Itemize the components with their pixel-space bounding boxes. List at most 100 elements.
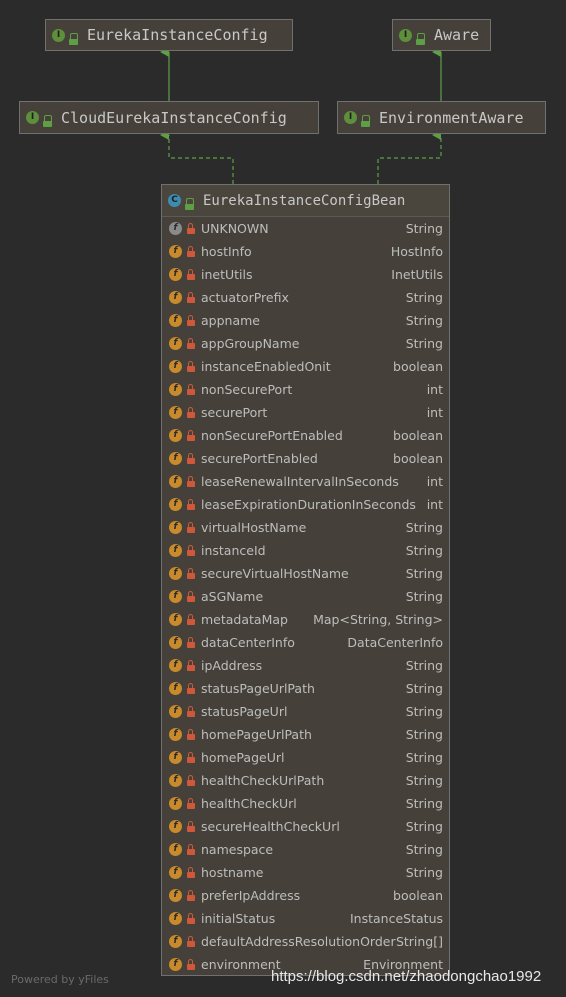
field-row[interactable]: f hostInfo HostInfo: [162, 240, 449, 263]
field-type: String: [405, 658, 443, 673]
field-row[interactable]: f secureHealthCheckUrl String: [162, 815, 449, 838]
field-type: String: [405, 842, 443, 857]
field-icon: f: [169, 429, 182, 442]
private-lock-icon: [187, 613, 195, 625]
private-lock-icon: [187, 268, 195, 280]
field-name: statusPageUrl: [201, 704, 288, 719]
field-row[interactable]: f namespace String: [162, 838, 449, 861]
private-lock-icon: [187, 337, 195, 349]
field-row[interactable]: f nonSecurePort int: [162, 378, 449, 401]
field-row[interactable]: f aSGName String: [162, 585, 449, 608]
private-lock-icon: [187, 590, 195, 602]
private-lock-icon: [187, 866, 195, 878]
field-icon: f: [169, 337, 182, 350]
field-type: String: [405, 704, 443, 719]
field-name: ipAddress: [201, 658, 263, 673]
field-row[interactable]: f statusPageUrlPath String: [162, 677, 449, 700]
field-row[interactable]: f instanceEnabledOnit boolean: [162, 355, 449, 378]
field-name: homePageUrl: [201, 750, 285, 765]
field-icon: f: [169, 774, 182, 787]
field-row[interactable]: f statusPageUrl String: [162, 700, 449, 723]
field-name: virtualHostName: [201, 520, 307, 535]
field-icon: f: [169, 682, 182, 695]
field-icon: f: [169, 751, 182, 764]
private-lock-icon: [187, 636, 195, 648]
field-row[interactable]: f healthCheckUrlPath String: [162, 769, 449, 792]
field-row[interactable]: f initialStatus InstanceStatus: [162, 907, 449, 930]
field-type: String: [405, 290, 443, 305]
public-visibility-icon: [185, 198, 194, 210]
node-aware[interactable]: I Aware: [392, 19, 491, 51]
field-name: secureHealthCheckUrl: [201, 819, 340, 834]
field-row[interactable]: f hostname String: [162, 861, 449, 884]
class-header: C EurekaInstanceConfigBean: [162, 185, 449, 217]
private-lock-icon: [187, 751, 195, 763]
field-icon: f: [169, 544, 182, 557]
field-row[interactable]: f instanceId String: [162, 539, 449, 562]
field-row[interactable]: f metadataMap Map<String, String>: [162, 608, 449, 631]
watermark-url: https://blog.csdn.net/zhaodongchao1992: [271, 968, 542, 985]
field-type: HostInfo: [390, 244, 443, 259]
field-row[interactable]: f actuatorPrefix String: [162, 286, 449, 309]
field-name: healthCheckUrl: [201, 796, 297, 811]
field-row[interactable]: f homePageUrlPath String: [162, 723, 449, 746]
node-eureka-instance-config-bean[interactable]: C EurekaInstanceConfigBean f UNKNOWN Strin…: [161, 184, 450, 976]
field-name: inetUtils: [201, 267, 253, 282]
private-lock-icon: [187, 475, 195, 487]
private-lock-icon: [187, 912, 195, 924]
field-row[interactable]: f leaseRenewalIntervalInSeconds int: [162, 470, 449, 493]
field-name: initialStatus: [201, 911, 276, 926]
field-name: securePortEnabled: [201, 451, 318, 466]
field-row[interactable]: f dataCenterInfo DataCenterInfo: [162, 631, 449, 654]
field-name: healthCheckUrlPath: [201, 773, 325, 788]
field-icon: f: [169, 383, 182, 396]
private-lock-icon: [187, 291, 195, 303]
field-row[interactable]: f securePort int: [162, 401, 449, 424]
field-row[interactable]: f defaultAddressResolutionOrder String[]: [162, 930, 449, 953]
field-type: Map<String, String>: [313, 612, 443, 627]
field-name: actuatorPrefix: [201, 290, 289, 305]
field-type: String: [405, 865, 443, 880]
field-icon: f: [169, 291, 182, 304]
private-lock-icon: [187, 774, 195, 786]
field-type: boolean: [393, 359, 443, 374]
field-row[interactable]: f appname String: [162, 309, 449, 332]
field-row[interactable]: f healthCheckUrl String: [162, 792, 449, 815]
private-lock-icon: [187, 935, 195, 947]
node-eureka-instance-config[interactable]: I EurekaInstanceConfig: [45, 19, 293, 51]
field-icon: f: [169, 567, 182, 580]
field-name: homePageUrlPath: [201, 727, 312, 742]
field-type: String: [405, 681, 443, 696]
field-name: nonSecurePortEnabled: [201, 428, 343, 443]
field-row[interactable]: f preferIpAddress boolean: [162, 884, 449, 907]
private-lock-icon: [187, 521, 195, 533]
field-row[interactable]: f virtualHostName String: [162, 516, 449, 539]
field-row[interactable]: f leaseExpirationDurationInSeconds int: [162, 493, 449, 516]
private-lock-icon: [187, 843, 195, 855]
field-name: leaseRenewalIntervalInSeconds: [201, 474, 399, 489]
node-cloud-eureka-instance-config[interactable]: I CloudEurekaInstanceConfig: [19, 101, 319, 134]
field-icon: f: [169, 452, 182, 465]
field-row[interactable]: f appGroupName String: [162, 332, 449, 355]
field-type: InstanceStatus: [350, 911, 443, 926]
field-type: String: [405, 520, 443, 535]
field-icon: f: [169, 475, 182, 488]
field-icon: f: [169, 521, 182, 534]
field-row[interactable]: f inetUtils InetUtils: [162, 263, 449, 286]
field-icon: f: [169, 360, 182, 373]
field-icon: f: [169, 889, 182, 902]
field-row[interactable]: f nonSecurePortEnabled boolean: [162, 424, 449, 447]
field-row[interactable]: f UNKNOWN String: [162, 217, 449, 240]
edge-bean-to-cloud: [160, 130, 234, 184]
private-lock-icon: [187, 659, 195, 671]
class-title: EurekaInstanceConfigBean: [203, 192, 406, 209]
field-row[interactable]: f securePortEnabled boolean: [162, 447, 449, 470]
field-type: String: [405, 819, 443, 834]
public-visibility-icon: [416, 32, 425, 45]
node-title: EnvironmentAware: [379, 108, 524, 127]
private-lock-icon: [187, 889, 195, 901]
field-row[interactable]: f ipAddress String: [162, 654, 449, 677]
node-environment-aware[interactable]: I EnvironmentAware: [337, 101, 546, 134]
field-row[interactable]: f homePageUrl String: [162, 746, 449, 769]
field-row[interactable]: f secureVirtualHostName String: [162, 562, 449, 585]
